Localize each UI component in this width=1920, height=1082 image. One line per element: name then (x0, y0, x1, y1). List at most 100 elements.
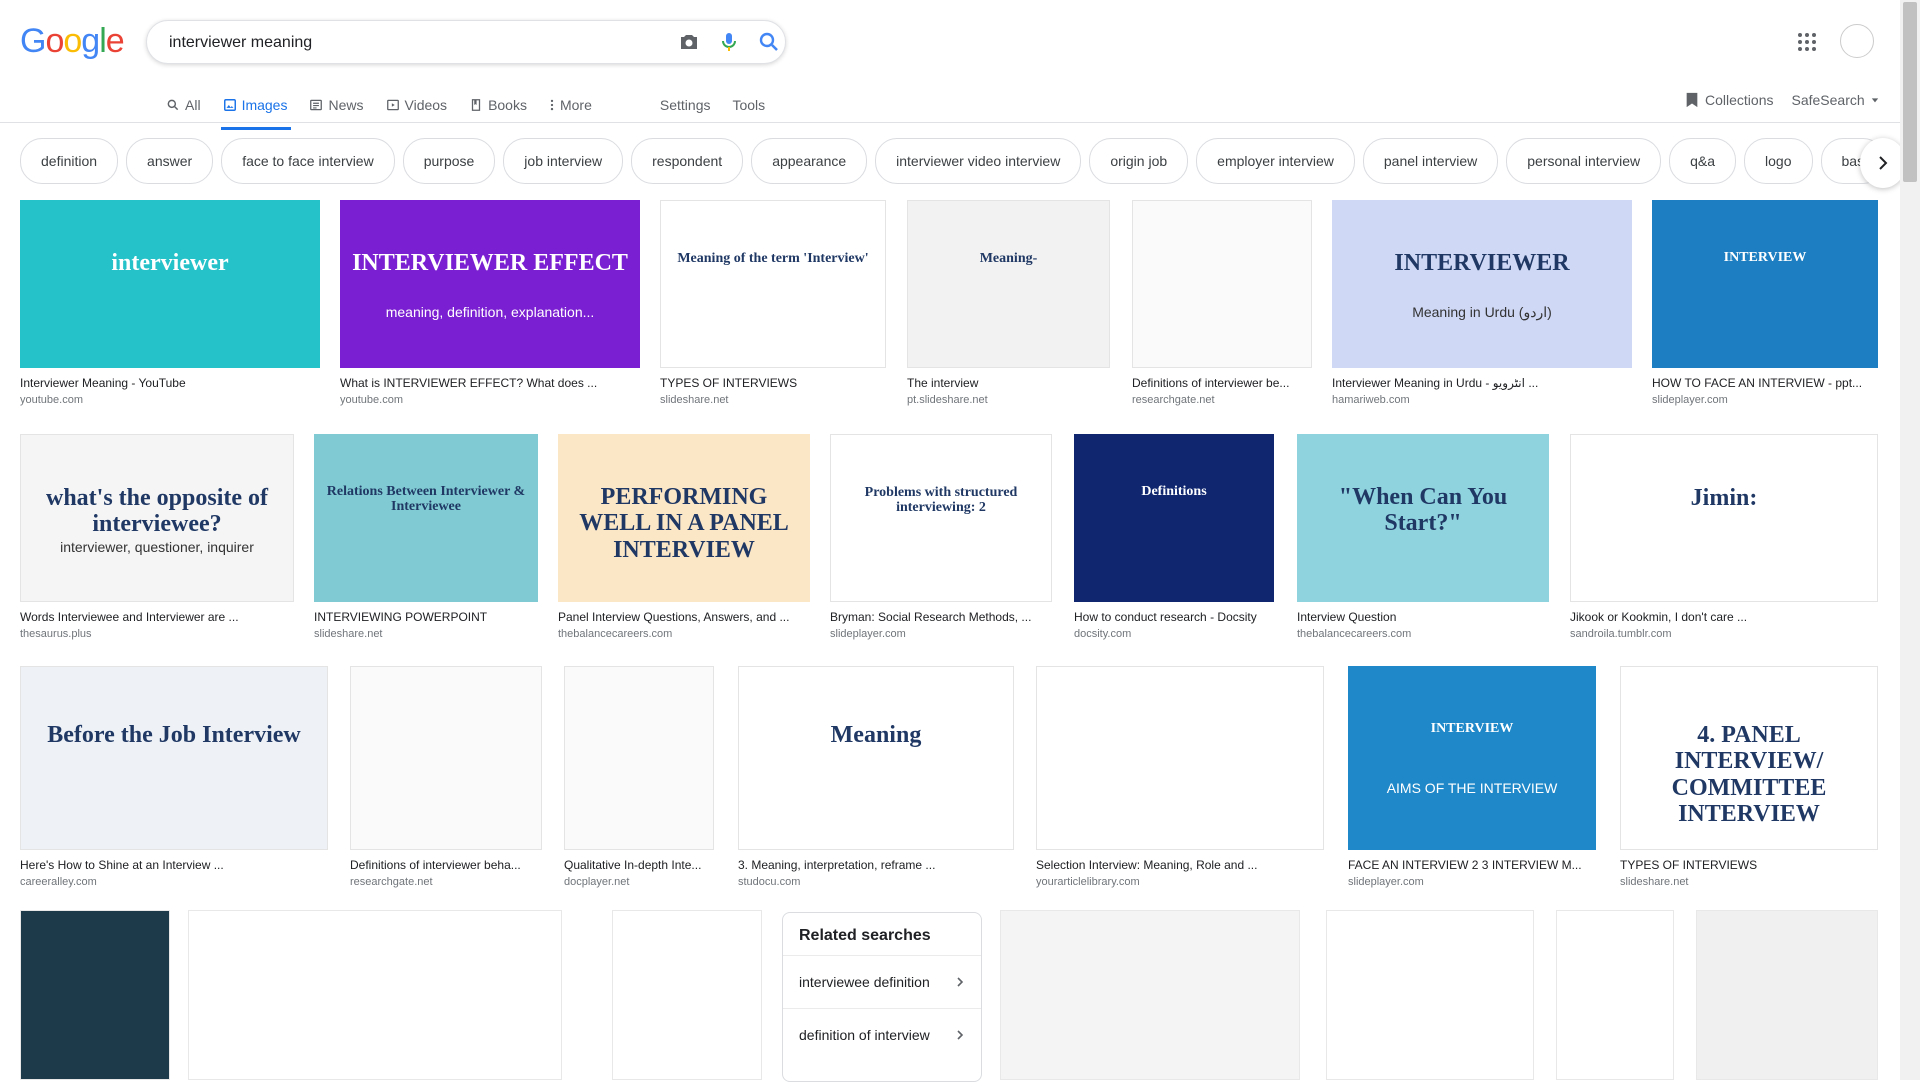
image-result[interactable]: INTERVIEWER Meaning in Urdu (اردو) Intervi… (1332, 200, 1632, 406)
account-avatar[interactable] (1840, 24, 1874, 58)
image-result[interactable]: Definitions How to conduct research - Doc… (1074, 434, 1274, 640)
google-logo[interactable]: Google (20, 22, 125, 61)
result-title[interactable]: Interview Question (1297, 610, 1549, 624)
search-icon[interactable] (757, 30, 781, 54)
image-result[interactable]: INTERVIEW AIMS OF THE INTERVIEW FACE AN IN… (1348, 666, 1596, 888)
result-thumbnail[interactable]: Relations Between Interviewer & Intervie… (314, 434, 538, 602)
settings-link[interactable]: Settings (660, 89, 711, 121)
image-result[interactable]: what's the opposite of interviewee? inter… (20, 434, 294, 640)
tab-books[interactable]: Books (469, 89, 527, 121)
image-result[interactable]: Definitions of interviewer be... research… (1132, 200, 1312, 406)
microphone-icon[interactable] (717, 30, 741, 54)
image-result[interactable]: Definitions of interviewer beha... resear… (350, 666, 542, 888)
tab-videos[interactable]: Videos (386, 89, 447, 121)
result-thumbnail[interactable] (1556, 910, 1674, 1080)
result-thumbnail[interactable]: "When Can You Start?" (1297, 434, 1549, 602)
tab-images[interactable]: Images (220, 89, 292, 130)
camera-icon[interactable] (677, 30, 701, 54)
result-title[interactable]: Selection Interview: Meaning, Role and .… (1036, 858, 1324, 872)
result-title[interactable]: INTERVIEWING POWERPOINT (314, 610, 538, 624)
result-thumbnail[interactable]: Problems with structured interviewing: 2 (830, 434, 1052, 602)
chip-employer-interview[interactable]: employer interview (1196, 138, 1355, 184)
result-title[interactable]: FACE AN INTERVIEW 2 3 INTERVIEW M... (1348, 858, 1596, 872)
collections-button[interactable]: Collections (1685, 89, 1773, 111)
result-title[interactable]: Interviewer Meaning - YouTube (20, 376, 320, 390)
image-result[interactable]: INTERVIEWER EFFECT meaning, definition, e… (340, 200, 640, 406)
result-thumbnail[interactable] (1132, 200, 1312, 368)
result-title[interactable]: TYPES OF INTERVIEWS (660, 376, 886, 390)
result-title[interactable]: Here's How to Shine at an Interview ... (20, 858, 328, 872)
result-thumbnail[interactable]: Meaning (738, 666, 1014, 850)
chip-purpose[interactable]: purpose (402, 138, 496, 184)
result-thumbnail[interactable]: Jimin: (1570, 434, 1878, 602)
result-title[interactable]: TYPES OF INTERVIEWS (1620, 858, 1878, 872)
result-thumbnail[interactable] (1000, 910, 1300, 1080)
tab-news[interactable]: News (309, 89, 364, 121)
chip-job-interview[interactable]: job interview (503, 138, 624, 184)
result-thumbnail[interactable] (564, 666, 714, 850)
chip-panel-interview[interactable]: panel interview (1362, 138, 1499, 184)
chip-definition[interactable]: definition (20, 138, 119, 184)
result-thumbnail[interactable] (20, 910, 170, 1080)
result-title[interactable]: HOW TO FACE AN INTERVIEW - ppt... (1652, 376, 1878, 390)
chip-logo[interactable]: logo (1744, 138, 1813, 184)
result-thumbnail[interactable] (1326, 910, 1534, 1080)
image-result[interactable]: Meaning- The interview pt.slideshare.net (907, 200, 1110, 406)
chip-origin-job[interactable]: origin job (1089, 138, 1189, 184)
result-thumbnail[interactable]: INTERVIEW AIMS OF THE INTERVIEW (1348, 666, 1596, 850)
safesearch-button[interactable]: SafeSearch (1791, 89, 1878, 111)
result-title[interactable]: Words Interviewee and Interviewer are ..… (20, 610, 294, 624)
image-result[interactable]: PERFORMING WELL IN A PANEL INTERVIEW Pane… (558, 434, 810, 640)
chip-appearance[interactable]: appearance (751, 138, 868, 184)
result-thumbnail[interactable]: INTERVIEWER Meaning in Urdu (اردو) (1332, 200, 1632, 368)
related-item[interactable]: interviewee definition (783, 955, 981, 1008)
result-thumbnail[interactable] (1696, 910, 1878, 1080)
result-title[interactable]: Qualitative In-depth Inte... (564, 858, 714, 872)
image-result[interactable]: Jimin: Jikook or Kookmin, I don't care ..… (1570, 434, 1878, 640)
result-title[interactable]: The interview (907, 376, 1110, 390)
result-thumbnail[interactable]: PERFORMING WELL IN A PANEL INTERVIEW (558, 434, 810, 602)
image-result[interactable]: 4. PANEL INTERVIEW/ COMMITTEE INTERVIEW T… (1620, 666, 1878, 888)
result-thumbnail[interactable]: INTERVIEW (1652, 200, 1878, 368)
image-result[interactable]: Problems with structured interviewing: 2… (830, 434, 1052, 640)
result-thumbnail[interactable] (188, 910, 562, 1080)
result-thumbnail[interactable]: Before the Job Interview (20, 666, 328, 850)
result-thumbnail[interactable]: Meaning of the term 'Interview' (660, 200, 886, 368)
page-scrollbar[interactable] (1900, 0, 1920, 1080)
result-title[interactable]: Jikook or Kookmin, I don't care ... (1570, 610, 1878, 624)
result-thumbnail[interactable]: 4. PANEL INTERVIEW/ COMMITTEE INTERVIEW (1620, 666, 1878, 850)
image-result[interactable]: Relations Between Interviewer & Intervie… (314, 434, 538, 640)
image-result[interactable]: Selection Interview: Meaning, Role and .… (1036, 666, 1324, 888)
tab-more[interactable]: More (549, 89, 592, 121)
chip-personal-interview[interactable]: personal interview (1506, 138, 1662, 184)
result-title[interactable]: Panel Interview Questions, Answers, and … (558, 610, 810, 624)
chip-answer[interactable]: answer (126, 138, 214, 184)
chip-interviewer-video-interview[interactable]: interviewer video interview (875, 138, 1082, 184)
result-title[interactable]: How to conduct research - Docsity (1074, 610, 1274, 624)
chip-face-to-face-interview[interactable]: face to face interview (221, 138, 395, 184)
result-thumbnail[interactable] (612, 910, 762, 1080)
image-result[interactable]: INTERVIEW HOW TO FACE AN INTERVIEW - ppt.… (1652, 200, 1878, 406)
result-thumbnail[interactable] (350, 666, 542, 850)
image-result[interactable]: Before the Job Interview Here's How to Sh… (20, 666, 328, 888)
result-thumbnail[interactable] (1036, 666, 1324, 850)
apps-grid-icon[interactable] (1795, 30, 1819, 54)
result-thumbnail[interactable]: Meaning- (907, 200, 1110, 368)
related-item[interactable]: definition of interview (783, 1008, 981, 1061)
result-title[interactable]: Definitions of interviewer beha... (350, 858, 542, 872)
result-title[interactable]: Bryman: Social Research Methods, ... (830, 610, 1052, 624)
result-thumbnail[interactable]: INTERVIEWER EFFECT meaning, definition, e… (340, 200, 640, 368)
image-result[interactable]: Meaning 3. Meaning, interpretation, refra… (738, 666, 1014, 888)
result-thumbnail[interactable]: what's the opposite of interviewee? inter… (20, 434, 294, 602)
result-title[interactable]: 3. Meaning, interpretation, reframe ... (738, 858, 1014, 872)
result-title[interactable]: Definitions of interviewer be... (1132, 376, 1312, 390)
search-input[interactable] (167, 30, 651, 56)
result-thumbnail[interactable]: Definitions (1074, 434, 1274, 602)
image-result[interactable]: "When Can You Start?" Interview Question t… (1297, 434, 1549, 640)
result-title[interactable]: What is INTERVIEWER EFFECT? What does ..… (340, 376, 640, 390)
chip-q-a[interactable]: q&a (1669, 138, 1737, 184)
result-title[interactable]: Interviewer Meaning in Urdu - انٹرویو ..… (1332, 376, 1632, 390)
image-result[interactable]: Meaning of the term 'Interview' TYPES OF … (660, 200, 886, 406)
tab-all[interactable]: All (166, 89, 201, 121)
result-thumbnail[interactable]: interviewer (20, 200, 320, 368)
